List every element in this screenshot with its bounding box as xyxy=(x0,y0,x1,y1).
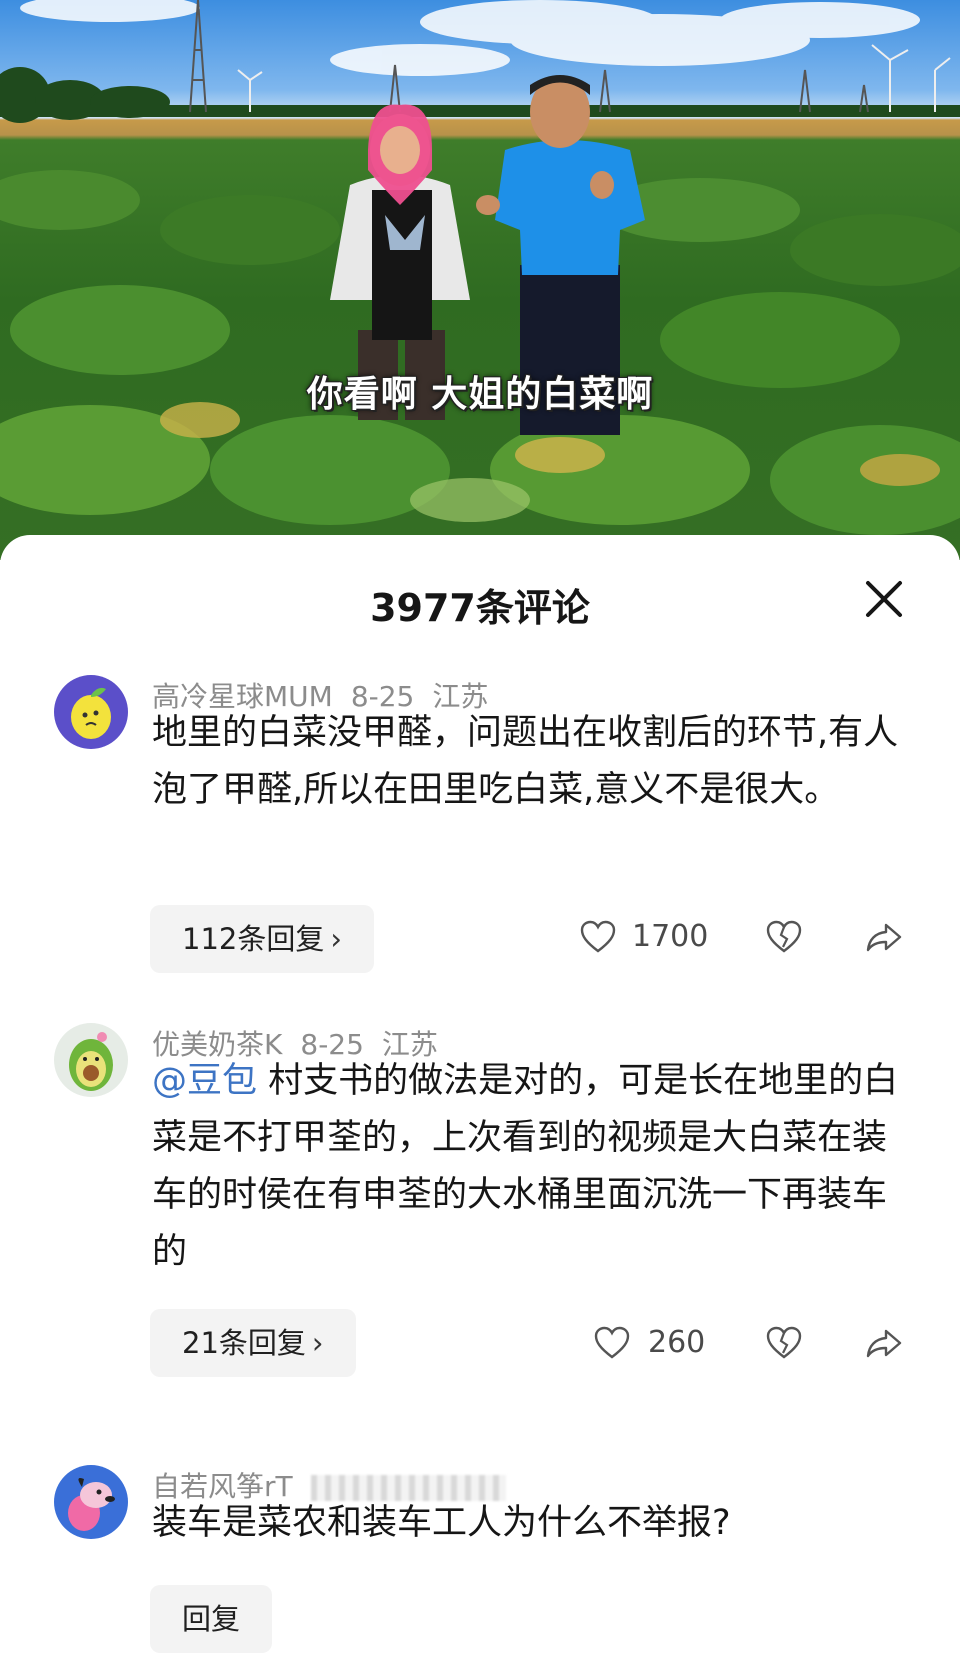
comment-item: 高冷星球MUM 8-25 江苏 地里的白菜没甲醛，问题出在收割后的环节,有人泡了甲醛… xyxy=(0,675,960,975)
share-icon xyxy=(866,1329,902,1358)
like-button[interactable] xyxy=(578,917,618,961)
video-subtitle: 你看啊 大姐的白菜啊 xyxy=(306,374,654,415)
close-icon xyxy=(866,581,902,617)
view-replies-button[interactable]: 112条回复 › xyxy=(150,905,374,973)
comment-body: 村支书的做法是对的，可是长在地里的白菜是不打甲荃的，上次看到的视频是大白菜在装车… xyxy=(152,1061,899,1272)
dislike-button[interactable] xyxy=(764,917,804,961)
video-player[interactable]: 你看啊 大姐的白菜啊 xyxy=(0,0,960,560)
chevron-right-icon: › xyxy=(311,1326,324,1360)
like-count: 260 xyxy=(648,1325,706,1360)
video-frame xyxy=(0,0,960,535)
chevron-right-icon: › xyxy=(330,922,342,956)
share-icon xyxy=(866,923,902,952)
replies-label: 21条回复 xyxy=(182,1326,306,1360)
lemon-face-icon xyxy=(54,675,128,749)
comment-text: @豆包 村支书的做法是对的，可是长在地里的白菜是不打甲荃的，上次看到的视频是大白… xyxy=(152,1053,912,1281)
avatar[interactable] xyxy=(54,1023,128,1097)
like-count: 1700 xyxy=(632,919,709,954)
replies-label: 回复 xyxy=(182,1602,241,1636)
comments-sheet: 3977条评论 高冷星球MUM 8-25 江苏 地里的白菜没甲醛，问题出在收割后的环… xyxy=(0,535,960,1653)
comment-body: 装车是菜农和装车工人为什么不举报? xyxy=(152,1503,731,1543)
mention-link[interactable]: @豆包 xyxy=(152,1061,257,1101)
close-button[interactable] xyxy=(862,577,906,621)
comment-text: 地里的白菜没甲醛，问题出在收割后的环节,有人泡了甲醛,所以在田里吃白菜,意义不是… xyxy=(152,705,912,819)
comments-count-title: 3977条评论 xyxy=(370,586,590,630)
avatar[interactable] xyxy=(54,1465,128,1539)
dislike-button[interactable] xyxy=(764,1323,804,1367)
replies-label: 112条回复 xyxy=(182,922,325,956)
like-button[interactable] xyxy=(592,1323,632,1367)
heart-icon xyxy=(580,920,616,953)
broken-heart-icon xyxy=(766,920,802,953)
cartoon-dog-icon xyxy=(54,1465,128,1539)
view-replies-button[interactable]: 回复 xyxy=(150,1585,273,1653)
comment-item: 自若风筝rT 装车是菜农和装车工人为什么不举报? 回复 xyxy=(0,1465,960,1653)
broken-heart-icon xyxy=(766,1326,802,1359)
avocado-icon xyxy=(54,1023,128,1097)
comment-body: 地里的白菜没甲醛，问题出在收割后的环节,有人泡了甲醛,所以在田里吃白菜,意义不是… xyxy=(152,713,899,810)
avatar[interactable] xyxy=(54,675,128,749)
comment-text: 装车是菜农和装车工人为什么不举报? xyxy=(152,1495,912,1552)
share-button[interactable] xyxy=(864,917,904,961)
view-replies-button[interactable]: 21条回复 › xyxy=(150,1309,356,1377)
comment-item: 优美奶茶K 8-25 江苏 @豆包 村支书的做法是对的，可是长在地里的白菜是不打甲荃… xyxy=(0,1023,960,1403)
share-button[interactable] xyxy=(864,1323,904,1367)
heart-icon xyxy=(594,1326,630,1359)
